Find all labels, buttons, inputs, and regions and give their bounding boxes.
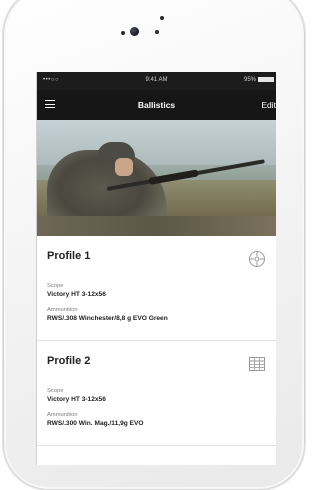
battery-icon — [258, 77, 274, 82]
ammunition-label: Ammunition — [47, 307, 78, 313]
profile-title: Profile 2 — [47, 355, 91, 367]
table-icon[interactable] — [248, 355, 266, 373]
scope-value: Victory HT 3-12x56 — [47, 396, 106, 403]
crosshair-icon[interactable] — [248, 250, 266, 268]
profile-title: Profile 1 — [47, 250, 91, 262]
earpiece-dot — [155, 30, 159, 34]
navigation-bar: Ballistics Edit — [37, 90, 276, 120]
app-screen: •••○○ 9:41 AM 95% Ballistics Edit Profil… — [36, 72, 276, 465]
battery-indicator: 95% — [244, 77, 274, 83]
scope-value: Victory HT 3-12x56 — [47, 291, 106, 298]
hunter-photo — [37, 120, 276, 236]
status-time: 9:41 AM — [145, 77, 168, 83]
page-title: Ballistics — [137, 100, 176, 110]
status-bar: •••○○ 9:41 AM 95% — [37, 72, 276, 90]
battery-percent: 95% — [243, 77, 256, 84]
ammunition-value: RWS/.308 Winchester/8,8 g EVO Green — [47, 315, 168, 322]
ammunition-label: Ammunition — [47, 412, 78, 418]
edit-button[interactable]: Edit — [261, 100, 276, 110]
profile-card[interactable]: Profile 1 Scope Victory HT 3-12x56 Ammun… — [37, 236, 276, 341]
profile-card[interactable]: Profile 2 Scope Victory HT 3-12x56 Ammun… — [37, 341, 276, 446]
ammunition-value: RWS/.300 Win. Mag./11,9g EVO — [47, 420, 144, 427]
list-continuation — [37, 446, 276, 465]
proximity-sensor — [160, 16, 164, 20]
scope-label: Scope — [47, 388, 64, 394]
scope-label: Scope — [47, 283, 64, 289]
front-camera — [130, 27, 139, 36]
front-sensor — [121, 31, 125, 35]
